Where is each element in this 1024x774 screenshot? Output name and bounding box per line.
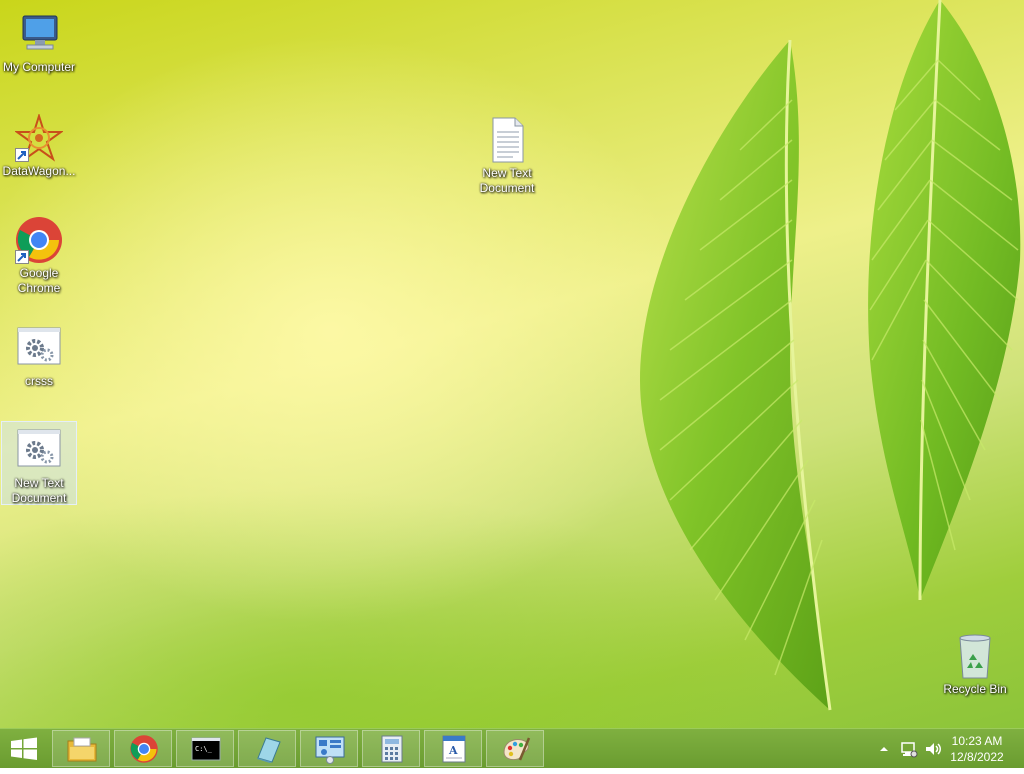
desktop-icon-label: Google Chrome xyxy=(17,266,61,295)
desktop-icon-label: New Text Document xyxy=(11,476,67,505)
taskbar-wordpad[interactable]: A xyxy=(424,730,482,767)
notebook-icon xyxy=(257,737,281,763)
system-tray: 10:23 AM 12/8/2022 xyxy=(864,729,1024,769)
desktop-icon-new-text-document[interactable]: New Text Document xyxy=(469,112,545,196)
desktop-icon-crsss[interactable]: crsss xyxy=(1,320,77,389)
desktop-icon-new-text-document-selected[interactable]: New Text Document xyxy=(1,421,77,505)
desktop-icon-label: Recycle Bin xyxy=(943,682,1007,696)
desktop-icon-my-computer[interactable]: My Computer xyxy=(1,6,77,75)
recycle-bin-icon xyxy=(951,632,999,680)
settings-file-icon xyxy=(15,324,63,372)
taskbar-command-prompt[interactable]: C:\_ xyxy=(176,730,234,767)
volume-icon[interactable] xyxy=(924,740,942,758)
windows-logo-icon xyxy=(11,737,37,760)
wordpad-icon: A xyxy=(442,735,466,763)
computer-icon xyxy=(15,10,63,58)
desktop-icon-label: My Computer xyxy=(2,60,76,74)
wallpaper-leaves xyxy=(640,0,1021,711)
desktop-icon-label: crsss xyxy=(25,374,53,388)
datawagon-icon xyxy=(13,112,65,162)
calculator-icon xyxy=(381,735,403,763)
start-button[interactable] xyxy=(0,729,48,769)
paint-icon xyxy=(503,737,531,761)
taskbar-chrome[interactable] xyxy=(114,730,172,767)
show-hidden-icons-chevron-icon[interactable] xyxy=(878,743,890,755)
wordpad-glyph: A xyxy=(448,744,458,757)
shortcut-arrow-icon xyxy=(15,148,29,162)
desktop-icon-recycle-bin[interactable]: Recycle Bin xyxy=(937,628,1013,697)
taskbar-calculator[interactable] xyxy=(362,730,420,767)
taskbar: C:\_ A 10:23 AM 12/8/2022 xyxy=(0,728,1024,768)
desktop-icon-google-chrome[interactable]: Google Chrome xyxy=(1,212,77,296)
taskbar-file-explorer[interactable] xyxy=(52,730,110,767)
taskbar-control-panel[interactable] xyxy=(300,730,358,767)
terminal-glyph: C:\_ xyxy=(195,745,213,753)
text-document-icon xyxy=(483,116,531,164)
desktop-icon-label: DataWagon... xyxy=(2,164,76,178)
clock-time: 10:23 AM xyxy=(951,734,1003,748)
settings-file-icon xyxy=(15,426,63,474)
network-icon[interactable] xyxy=(900,740,918,758)
desktop[interactable]: My Computer DataWagon... Google Chrome c… xyxy=(0,0,1024,728)
control-panel-icon xyxy=(315,736,345,764)
desktop-icon-datawagon[interactable]: DataWagon... xyxy=(1,110,77,179)
clock[interactable]: 10:23 AM 12/8/2022 xyxy=(942,733,1012,765)
chrome-icon xyxy=(15,216,63,264)
chrome-icon xyxy=(130,735,158,763)
taskbar-paint[interactable] xyxy=(486,730,544,767)
desktop-icon-label: New Text Document xyxy=(479,166,535,195)
folder-icon xyxy=(67,737,97,762)
taskbar-notebook[interactable] xyxy=(238,730,296,767)
clock-date: 12/8/2022 xyxy=(950,750,1004,764)
shortcut-arrow-icon xyxy=(15,250,29,264)
terminal-icon: C:\_ xyxy=(191,737,221,761)
